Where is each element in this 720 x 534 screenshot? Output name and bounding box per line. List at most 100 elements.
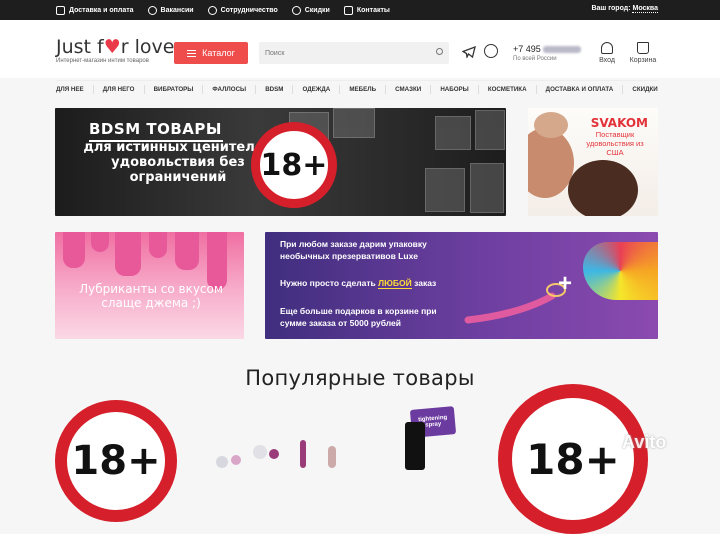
plus-sign: + xyxy=(558,270,573,297)
logo-tagline: Интернет-магазин интим товаров xyxy=(56,58,149,64)
product-age-placeholder[interactable]: 18+ xyxy=(55,400,177,522)
product-age-placeholder[interactable]: 18+ xyxy=(498,384,648,534)
menu-icon xyxy=(187,49,197,57)
age-text: 18+ xyxy=(526,434,620,484)
svakom-brand: SVAKOM xyxy=(590,116,648,130)
top-link-label: Вакансии xyxy=(160,6,194,14)
top-links: Доставка и оплата Вакансии Сотрудничеств… xyxy=(56,5,390,15)
phone-caption: По всей России xyxy=(513,56,557,62)
catalog-label: Каталог xyxy=(202,48,235,58)
category-nav: ДЛЯ НЕЕ ДЛЯ НЕГО ВИБРАТОРЫ ФАЛЛОСЫ BDSM … xyxy=(56,80,658,98)
top-link-label: Контакты xyxy=(356,6,390,14)
bdsm-banner-title: BDSM ТОВАРЫ xyxy=(89,120,223,142)
phone-number[interactable]: +7 495 xyxy=(513,44,582,54)
gift-line: необычных презервативов Luxe xyxy=(280,251,419,261)
cart-icon xyxy=(637,42,649,54)
drip-decoration xyxy=(63,232,85,268)
top-link-label: Доставка и оплата xyxy=(69,6,134,14)
nav-item[interactable]: МЕБЕЛЬ xyxy=(349,86,376,93)
nav-item[interactable]: СМАЗКИ xyxy=(395,86,421,93)
city-value[interactable]: Москва xyxy=(632,5,658,13)
globe-icon xyxy=(207,5,217,15)
nav-item[interactable]: СКИДКИ xyxy=(632,86,657,93)
whatsapp-icon[interactable] xyxy=(484,44,498,58)
gift-banner[interactable]: При любом заказе дарим упаковку необычны… xyxy=(265,232,658,339)
user-icon xyxy=(601,42,613,54)
cart-button[interactable]: Корзина xyxy=(623,42,663,64)
nav-item[interactable]: ФАЛЛОСЫ xyxy=(212,86,246,93)
gift-line: При любом заказе дарим упаковку xyxy=(280,239,427,249)
popular-section-title: Популярные товары xyxy=(245,366,475,390)
bdsm-banner[interactable]: BDSM ТОВАРЫ для истинных ценителей удово… xyxy=(55,108,506,216)
age-text: 18+ xyxy=(71,438,161,484)
nav-divider xyxy=(622,85,624,94)
lube-banner-text: Лубриканты со вкусом слаще джема ;) xyxy=(79,282,223,310)
login-label: Вход xyxy=(599,57,615,64)
drip-decoration xyxy=(149,232,167,258)
avito-watermark: Avito xyxy=(622,432,667,452)
percent-icon xyxy=(291,5,301,15)
gift-line: Еще больше подарков в корзине при xyxy=(280,306,437,316)
gift-line: сумме заказа от 5000 рублей xyxy=(280,318,401,328)
nav-divider xyxy=(202,85,204,94)
catalog-button[interactable]: Каталог xyxy=(174,42,248,64)
top-link-delivery[interactable]: Доставка и оплата xyxy=(56,5,134,15)
mail-icon xyxy=(343,5,353,15)
top-link-cooperation[interactable]: Сотрудничество xyxy=(207,5,278,15)
nav-divider xyxy=(535,85,537,94)
truck-icon xyxy=(56,5,65,15)
search-box xyxy=(259,42,449,65)
nav-item[interactable]: ВИБРАТОРЫ xyxy=(154,86,194,93)
gift-line: Нужно просто сделать ЛЮБОЙ заказ xyxy=(280,278,437,289)
phone-prefix: +7 495 xyxy=(513,44,541,54)
nav-item[interactable]: ОДЕЖДА xyxy=(303,86,331,93)
product-beads-image[interactable] xyxy=(210,430,350,470)
site-header: Just f♥r love Интернет-магазин интим тов… xyxy=(0,20,720,78)
condom-packs-image xyxy=(583,242,658,300)
login-button[interactable]: Вход xyxy=(587,42,627,64)
model-photo xyxy=(534,112,568,138)
drip-decoration xyxy=(115,232,141,276)
nav-divider xyxy=(143,85,145,94)
spray-bottle xyxy=(405,422,425,470)
logo-text-start: Just f xyxy=(56,36,104,58)
site-logo[interactable]: Just f♥r love xyxy=(56,36,174,58)
nav-divider xyxy=(255,85,257,94)
nav-divider xyxy=(339,85,341,94)
nav-divider xyxy=(430,85,432,94)
nav-divider xyxy=(92,85,94,94)
drip-decoration xyxy=(175,232,199,270)
top-link-label: Скидки xyxy=(304,6,330,14)
nav-divider xyxy=(477,85,479,94)
nav-item[interactable]: КОСМЕТИКА xyxy=(488,86,527,93)
svakom-banner[interactable]: SVAKOM Поставщик удовольствия из США xyxy=(528,108,658,216)
search-icon[interactable] xyxy=(436,48,443,55)
telegram-icon[interactable] xyxy=(462,46,476,58)
people-icon xyxy=(147,5,157,15)
top-link-label: Сотрудничество xyxy=(220,6,278,14)
bdsm-banner-subtitle: для истинных ценителей удовольствия без … xyxy=(83,140,273,185)
svakom-text: Поставщик удовольствия из США xyxy=(586,130,644,157)
phone-hidden-digits xyxy=(543,46,582,54)
nav-divider xyxy=(385,85,387,94)
nav-item[interactable]: ДЛЯ НЕГО xyxy=(103,86,135,93)
drip-decoration xyxy=(91,232,109,252)
nav-item[interactable]: ДЛЯ НЕЕ xyxy=(56,86,84,93)
product-spray-image[interactable]: tightening spray xyxy=(405,406,457,470)
model-photo xyxy=(568,160,638,216)
nav-item[interactable]: BDSM xyxy=(265,86,283,93)
top-link-discounts[interactable]: Скидки xyxy=(291,5,330,15)
nav-divider xyxy=(292,85,294,94)
top-link-vacancies[interactable]: Вакансии xyxy=(147,5,194,15)
top-link-contacts[interactable]: Контакты xyxy=(343,5,390,15)
nav-item[interactable]: ДОСТАВКА И ОПЛАТА xyxy=(546,86,614,93)
heart-icon: ♥ xyxy=(103,36,121,58)
city-selector[interactable]: Ваш город: Москва xyxy=(591,5,658,13)
top-bar: Доставка и оплата Вакансии Сотрудничеств… xyxy=(0,0,720,20)
lube-banner[interactable]: Лубриканты со вкусом слаще джема ;) xyxy=(55,232,244,339)
search-input[interactable] xyxy=(259,42,449,65)
nav-item[interactable]: НАБОРЫ xyxy=(440,86,468,93)
logo-text-end: r love xyxy=(120,36,175,58)
city-label: Ваш город: xyxy=(591,5,631,12)
age-restriction-badge: 18+ xyxy=(251,122,337,208)
